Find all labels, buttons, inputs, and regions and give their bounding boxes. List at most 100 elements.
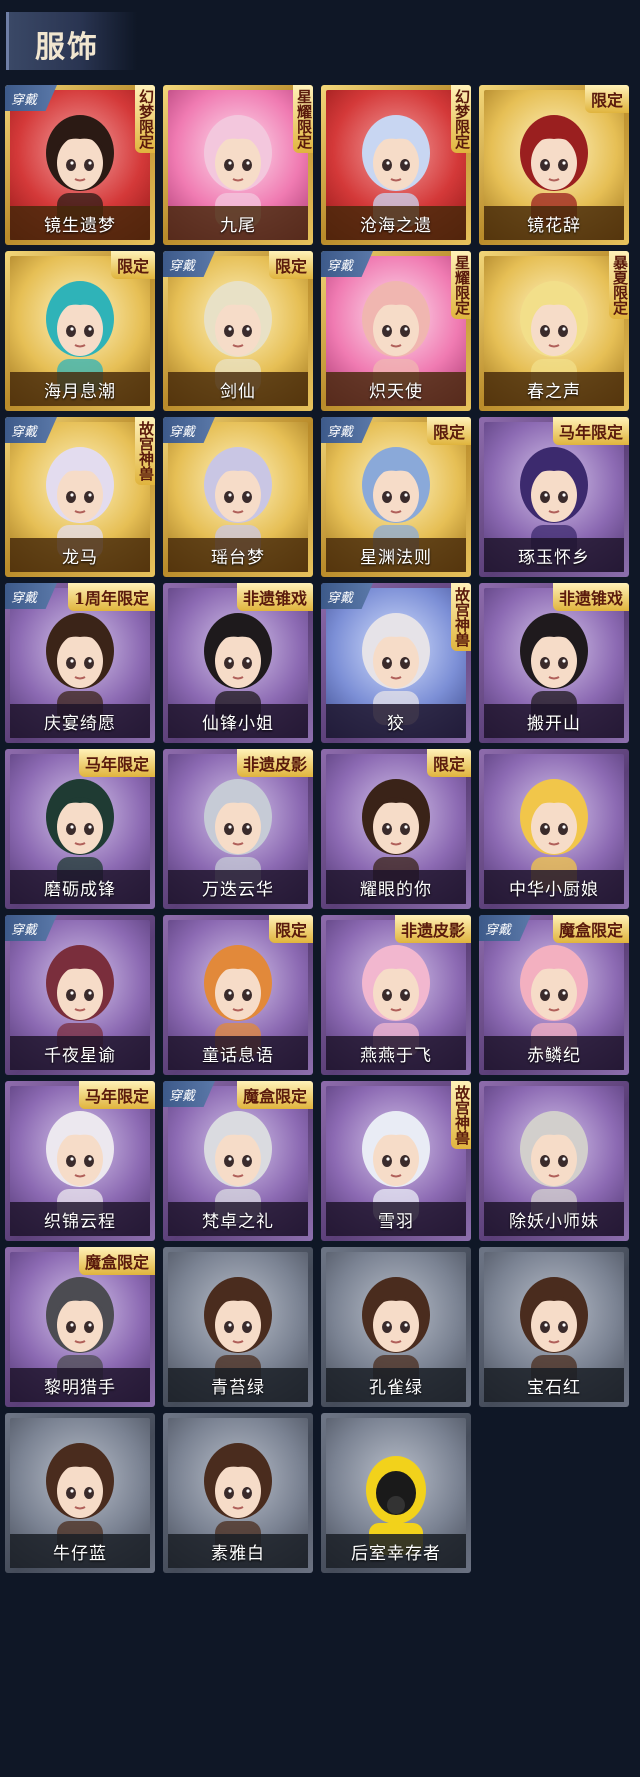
equipped-label: 穿戴 [169,424,196,440]
outfit-name-plate: 万迭云华 [168,870,308,904]
outfit-name: 沧海之遗 [360,215,432,236]
equipped-label: 穿戴 [11,922,38,938]
outfit-name-plate: 瑶台梦 [168,538,308,572]
outfit-name-plate: 海月息潮 [10,372,150,406]
outfit-name-plate: 童话息语 [168,1036,308,1070]
outfit-card[interactable]: 星耀限定九尾 [163,85,313,245]
outfit-name-plate: 素雅白 [168,1534,308,1568]
outfit-card[interactable]: 马年限定磨砺成锋 [5,749,155,909]
outfit-card[interactable]: 魔盒限定 穿戴 梵卓之礼 [163,1081,313,1241]
outfit-name: 千夜星谕 [44,1045,116,1066]
outfit-name-plate: 琢玉怀乡 [484,538,624,572]
limited-tag: 马年限定 [78,1081,155,1109]
limited-tag: 星耀限定 [293,85,313,153]
outfit-name: 瑶台梦 [211,547,265,568]
limited-tag: 幻梦限定 [451,85,471,153]
outfit-name: 赤鳞纪 [527,1045,581,1066]
limited-tag: 故宫神兽 [451,583,471,651]
outfit-card[interactable]: 穿戴瑶台梦 [163,417,313,577]
outfit-name-plate: 镜生遗梦 [10,206,150,240]
outfit-name-plate: 除妖小师妹 [484,1202,624,1236]
outfit-name-plate: 仙锋小姐 [168,704,308,738]
outfit-name: 剑仙 [220,381,256,402]
outfit-card[interactable]: 宝石红 [479,1247,629,1407]
limited-tag: 非遗皮影 [236,749,313,777]
outfit-card[interactable]: 牛仔蓝 [5,1413,155,1573]
outfit-name: 琢玉怀乡 [518,547,590,568]
outfit-name: 童话息语 [202,1045,274,1066]
outfit-name-plate: 孔雀绿 [326,1368,466,1402]
outfit-card[interactable]: 限定 童话息语 [163,915,313,1075]
outfit-card[interactable]: 限定镜花辞 [479,85,629,245]
outfit-name-plate: 中华小厨娘 [484,870,624,904]
outfit-name: 龙马 [62,547,98,568]
outfit-card[interactable]: 限定 穿戴剑仙 [163,251,313,411]
outfit-name-plate: 春之声 [484,372,624,406]
outfit-name-plate: 镜花辞 [484,206,624,240]
outfit-card[interactable]: 星耀限定 穿戴 炽天使 [321,251,471,411]
outfit-card[interactable]: 素雅白 [163,1413,313,1573]
outfit-card[interactable]: 后室幸存者 [321,1413,471,1573]
outfit-card[interactable]: 限定 耀眼的你 [321,749,471,909]
outfit-card[interactable]: 孔雀绿 [321,1247,471,1407]
outfit-name: 炽天使 [369,381,423,402]
outfit-card[interactable]: 魔盒限定 穿戴 赤鳞纪 [479,915,629,1075]
equipped-label: 穿戴 [169,1088,196,1104]
outfit-card[interactable]: 除妖小师妹 [479,1081,629,1241]
outfit-card[interactable]: 限定 海月息潮 [5,251,155,411]
outfit-name: 星渊法则 [360,547,432,568]
equipped-label: 穿戴 [327,590,354,606]
outfit-name-plate: 后室幸存者 [326,1534,466,1568]
limited-tag: 非遗锥戏 [236,583,313,611]
limited-tag: 非遗锥戏 [552,583,629,611]
limited-tag: 限定 [426,417,471,445]
outfit-name: 万迭云华 [202,879,274,900]
outfit-card[interactable]: 马年限定琢玉怀乡 [479,417,629,577]
outfit-card[interactable]: 故宫神兽 穿戴狡 [321,583,471,743]
equipped-label: 穿戴 [169,258,196,274]
outfit-card[interactable]: 非遗皮影万迭云华 [163,749,313,909]
limited-tag: 暴夏限定 [609,251,629,319]
outfit-card[interactable]: 故宫神兽 穿戴 龙马 [5,417,155,577]
outfit-card[interactable]: 限定 穿戴星渊法则 [321,417,471,577]
outfit-card[interactable]: 穿戴千夜星谕 [5,915,155,1075]
limited-tag: 马年限定 [78,749,155,777]
outfit-name: 搬开山 [527,713,581,734]
limited-tag: 魔盒限定 [552,915,629,943]
outfit-name-plate: 赤鳞纪 [484,1036,624,1070]
outfit-name: 春之声 [527,381,581,402]
limited-tag: 魔盒限定 [78,1247,155,1275]
limited-tag: 限定 [584,85,629,113]
outfit-card[interactable]: 1周年限定 穿戴 庆宴绮愿 [5,583,155,743]
limited-tag: 限定 [268,251,313,279]
outfit-card[interactable]: 魔盒限定黎明猎手 [5,1247,155,1407]
outfit-name: 庆宴绮愿 [44,713,116,734]
outfit-name: 九尾 [220,215,256,236]
outfit-card[interactable]: 故宫神兽雪羽 [321,1081,471,1241]
equipped-label: 穿戴 [327,258,354,274]
outfit-name-plate: 千夜星谕 [10,1036,150,1070]
outfit-card[interactable]: 非遗锥戏搬开山 [479,583,629,743]
limited-tag: 马年限定 [552,417,629,445]
equipped-label: 穿戴 [327,424,354,440]
outfit-card[interactable]: 暴夏限定春之声 [479,251,629,411]
outfit-name: 中华小厨娘 [509,879,599,900]
outfit-card[interactable]: 非遗锥戏仙锋小姐 [163,583,313,743]
outfit-card[interactable]: 马年限定 织锦云程 [5,1081,155,1241]
outfit-grid: 幻梦限定 穿戴 镜生遗梦 星耀限定 九尾 幻梦限定 沧海之遗 限定 镜花辞 限定 海月息潮 限定 穿戴剑… [0,0,640,1777]
outfit-name: 雪羽 [378,1211,414,1232]
outfit-card[interactable]: 青苔绿 [163,1247,313,1407]
limited-tag: 故宫神兽 [451,1081,471,1149]
outfit-name-plate: 九尾 [168,206,308,240]
outfit-name: 除妖小师妹 [509,1211,599,1232]
outfit-card[interactable]: 幻梦限定 穿戴 镜生遗梦 [5,85,155,245]
outfit-name-plate: 星渊法则 [326,538,466,572]
outfit-card[interactable]: 幻梦限定沧海之遗 [321,85,471,245]
outfit-card[interactable]: 中华小厨娘 [479,749,629,909]
outfit-name: 海月息潮 [44,381,116,402]
outfit-card[interactable]: 非遗皮影 燕燕于飞 [321,915,471,1075]
outfit-name-plate: 磨砺成锋 [10,870,150,904]
outfit-name-plate: 沧海之遗 [326,206,466,240]
outfit-name: 镜生遗梦 [44,215,116,236]
outfit-name-plate: 黎明猎手 [10,1368,150,1402]
